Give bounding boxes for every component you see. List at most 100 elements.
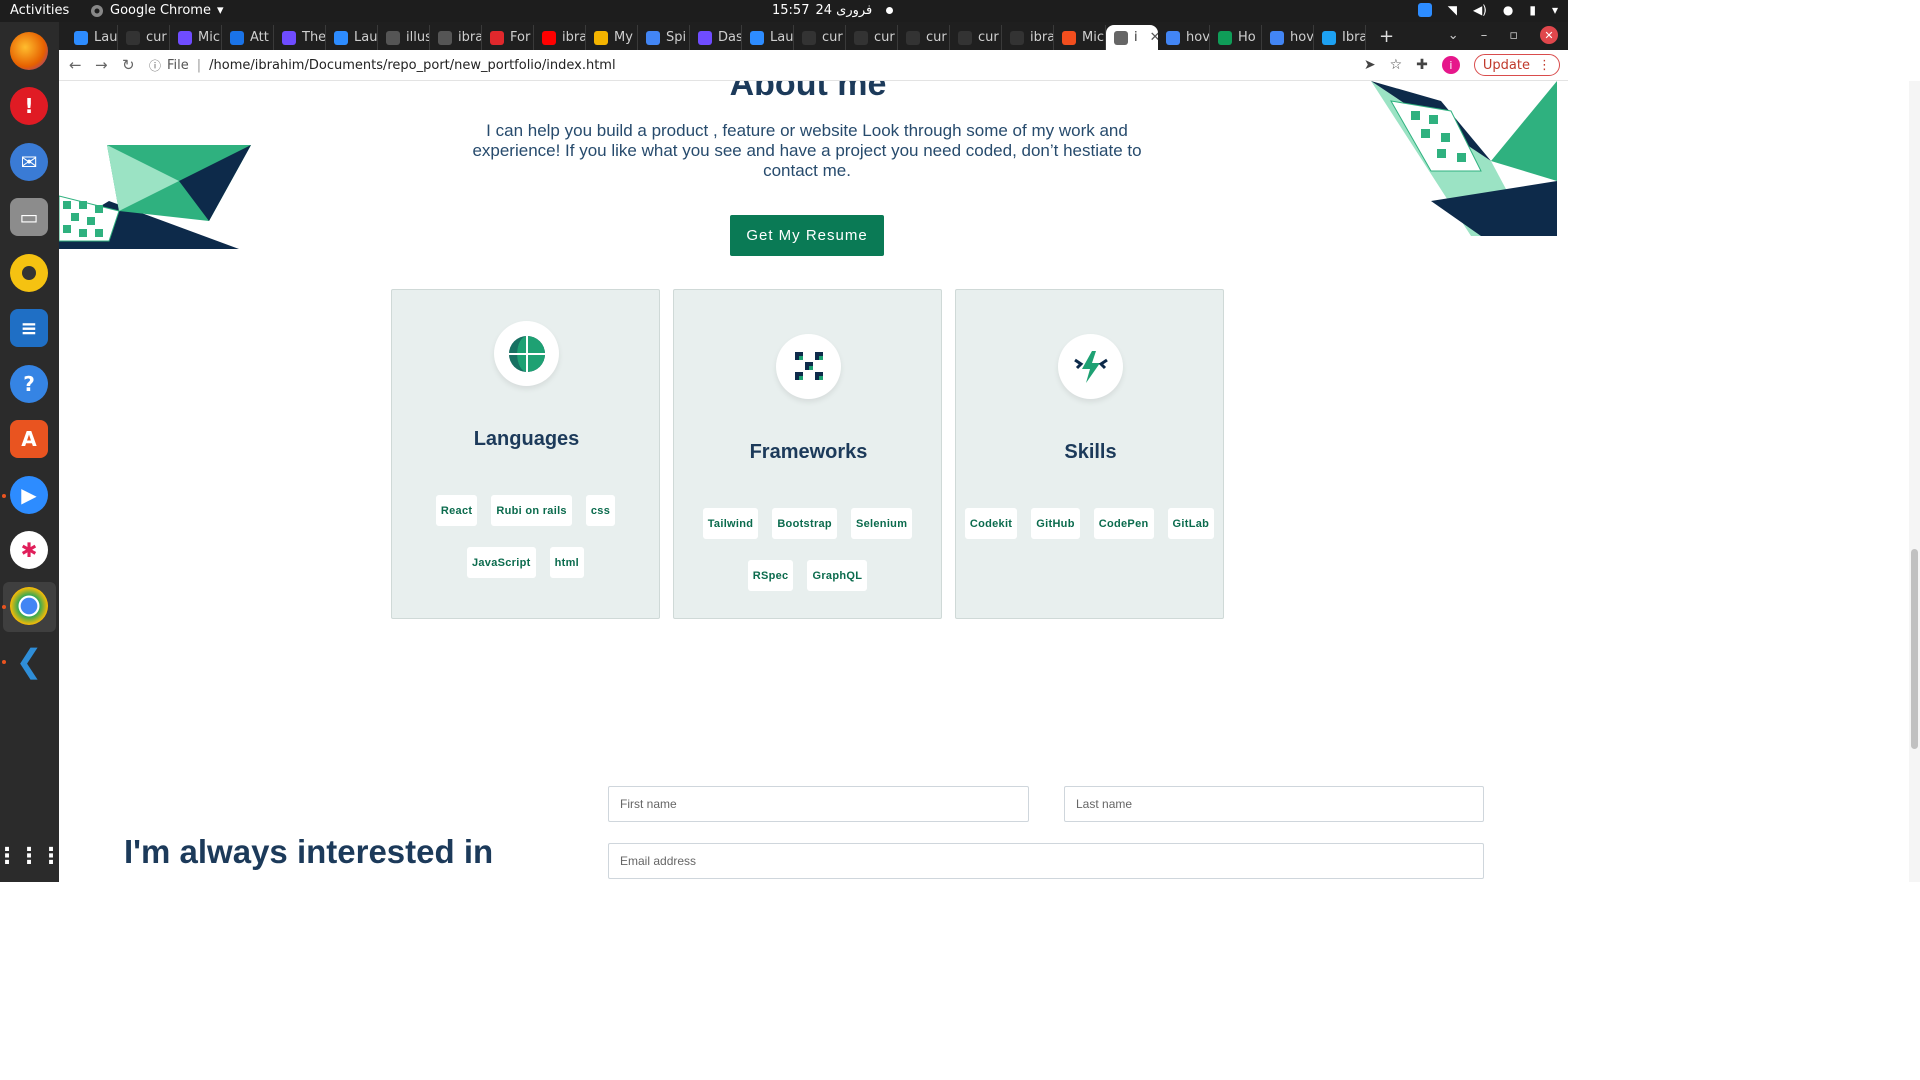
- running-indicator: [2, 660, 6, 664]
- tab-label: Mic: [198, 30, 220, 45]
- chip: GitLab: [1167, 508, 1215, 539]
- battery-icon: ▮: [1529, 3, 1536, 17]
- browser-tab[interactable]: ibra: [534, 25, 586, 50]
- software-icon[interactable]: A: [10, 420, 48, 458]
- browser-tab[interactable]: cur: [846, 25, 898, 50]
- browser-tab[interactable]: Mic: [170, 25, 222, 50]
- profile-avatar[interactable]: i: [1441, 56, 1460, 74]
- clock[interactable]: 15:57 24 فروری: [772, 3, 894, 18]
- browser-tab[interactable]: Lau: [326, 25, 378, 50]
- browser-tab[interactable]: Spi: [638, 25, 690, 50]
- rhythmbox-icon[interactable]: [10, 254, 48, 292]
- send-icon[interactable]: ➤: [1364, 57, 1376, 73]
- browser-tab[interactable]: ibra: [1002, 25, 1054, 50]
- browser-tab[interactable]: cur: [794, 25, 846, 50]
- wifi-icon: ◥: [1447, 3, 1457, 17]
- vscode-icon[interactable]: ❮: [10, 642, 48, 680]
- browser-tab[interactable]: Lau: [742, 25, 794, 50]
- bookmark-star-icon[interactable]: ☆: [1390, 57, 1403, 73]
- tab-label: ibra: [562, 30, 586, 45]
- forward-button[interactable]: →: [95, 56, 108, 74]
- browser-tab[interactable]: The: [274, 25, 326, 50]
- microphone-icon: ●: [1502, 3, 1514, 17]
- browser-tab[interactable]: Das: [690, 25, 742, 50]
- browser-tab[interactable]: illus: [378, 25, 430, 50]
- tab-label: hov: [1290, 30, 1314, 45]
- update-label: Update: [1482, 57, 1530, 73]
- browser-tab[interactable]: cur: [950, 25, 1002, 50]
- tab-label: Ibra: [1342, 30, 1366, 45]
- email-field[interactable]: Email address: [608, 843, 1484, 879]
- tab-search-icon[interactable]: ⌄: [1448, 28, 1459, 43]
- scrollbar-thumb[interactable]: [1911, 549, 1918, 749]
- card-frameworks: Frameworks Tailwind Bootstrap Selenium R…: [673, 289, 942, 619]
- chrome-icon[interactable]: [10, 587, 48, 625]
- update-button[interactable]: Update ⋮: [1473, 54, 1560, 76]
- back-button[interactable]: ←: [69, 56, 82, 74]
- browser-tab[interactable]: hov: [1262, 25, 1314, 50]
- browser-tab[interactable]: cur: [898, 25, 950, 50]
- browser-tab[interactable]: cur: [118, 25, 170, 50]
- tab-label: Das: [718, 30, 742, 45]
- browser-tab[interactable]: For: [482, 25, 534, 50]
- zoom-icon[interactable]: ▶: [10, 476, 48, 514]
- close-window-button[interactable]: ✕: [1540, 26, 1558, 44]
- browser-tab[interactable]: Att: [222, 25, 274, 50]
- browser-tab[interactable]: Ho: [1210, 25, 1262, 50]
- firefox-icon[interactable]: [10, 32, 48, 70]
- writer-icon[interactable]: ≡: [10, 309, 48, 347]
- browser-tab[interactable]: hov: [1158, 25, 1210, 50]
- card-icon-circle: [776, 334, 841, 399]
- info-icon[interactable]: ⓘ: [149, 57, 161, 74]
- system-tray[interactable]: ◥ ◀) ● ▮ ▾: [1417, 3, 1558, 17]
- new-tab-button[interactable]: +: [1379, 26, 1394, 47]
- contact-heading: I'm always interested in: [124, 833, 494, 870]
- show-apps-icon[interactable]: ⋮⋮⋮: [0, 837, 62, 875]
- browser-toolbar: ← → ↻ ⓘ File | /home/ibrahim/Documents/r…: [59, 50, 1568, 81]
- tab-active[interactable]: i ✕: [1106, 25, 1158, 50]
- browser-tab[interactable]: My: [586, 25, 638, 50]
- app-menu[interactable]: Google Chrome ▾: [90, 3, 224, 18]
- toolbar-actions: ➤ ☆ ✚ i Update ⋮: [1364, 54, 1560, 76]
- about-description: I can help you build a product , feature…: [472, 121, 1142, 180]
- activities-button[interactable]: Activities: [10, 3, 69, 18]
- chip: RSpec: [747, 560, 794, 591]
- origami-crane-left-illustration: [59, 145, 251, 249]
- tab-label: Spi: [666, 30, 687, 45]
- minimize-button[interactable]: –: [1481, 28, 1488, 43]
- card-languages: Languages React Rubi on rails css JavaSc…: [391, 289, 660, 619]
- files-icon[interactable]: ▭: [10, 198, 48, 236]
- thunderbird-icon[interactable]: ✉: [10, 143, 48, 181]
- tab-favicon-icon: [802, 30, 816, 45]
- help-icon[interactable]: ?: [10, 365, 48, 403]
- about-title: About me: [729, 81, 887, 103]
- tab-favicon-icon: [750, 30, 764, 45]
- chevron-down-icon: ▾: [216, 3, 224, 18]
- separator: |: [196, 57, 202, 73]
- update-notifier-icon[interactable]: !: [10, 87, 48, 125]
- tab-label: cur: [822, 30, 843, 45]
- restore-button[interactable]: ▫: [1509, 28, 1518, 43]
- tab-close-icon[interactable]: ✕: [1150, 30, 1158, 45]
- page-scrollbar[interactable]: [1909, 81, 1920, 882]
- power-menu-icon: ▾: [1551, 3, 1558, 17]
- browser-tab[interactable]: Lau: [66, 25, 118, 50]
- last-name-field[interactable]: Last name: [1064, 786, 1484, 822]
- browser-tab[interactable]: Mic: [1054, 25, 1106, 50]
- chip: css: [585, 495, 616, 526]
- extensions-puzzle-icon[interactable]: ✚: [1416, 57, 1428, 73]
- reload-button[interactable]: ↻: [122, 56, 135, 74]
- browser-tab[interactable]: Ibra: [1314, 25, 1366, 50]
- tab-favicon-icon: [178, 30, 192, 45]
- browser-tab[interactable]: ibra: [430, 25, 482, 50]
- tab-favicon-icon: [958, 30, 972, 45]
- address-bar[interactable]: ⓘ File | /home/ibrahim/Documents/repo_po…: [149, 53, 1379, 77]
- first-name-field[interactable]: First name: [608, 786, 1029, 822]
- slack-icon[interactable]: ✱: [10, 531, 48, 569]
- tab-favicon-icon: [906, 30, 920, 45]
- get-resume-button[interactable]: Get My Resume: [730, 215, 884, 256]
- tab-favicon-icon: [698, 30, 712, 45]
- web-page: About me I can help you build a product …: [59, 81, 1557, 882]
- url-text: /home/ibrahim/Documents/repo_port/new_po…: [209, 57, 616, 73]
- origami-crane-right-illustration: [1371, 81, 1557, 236]
